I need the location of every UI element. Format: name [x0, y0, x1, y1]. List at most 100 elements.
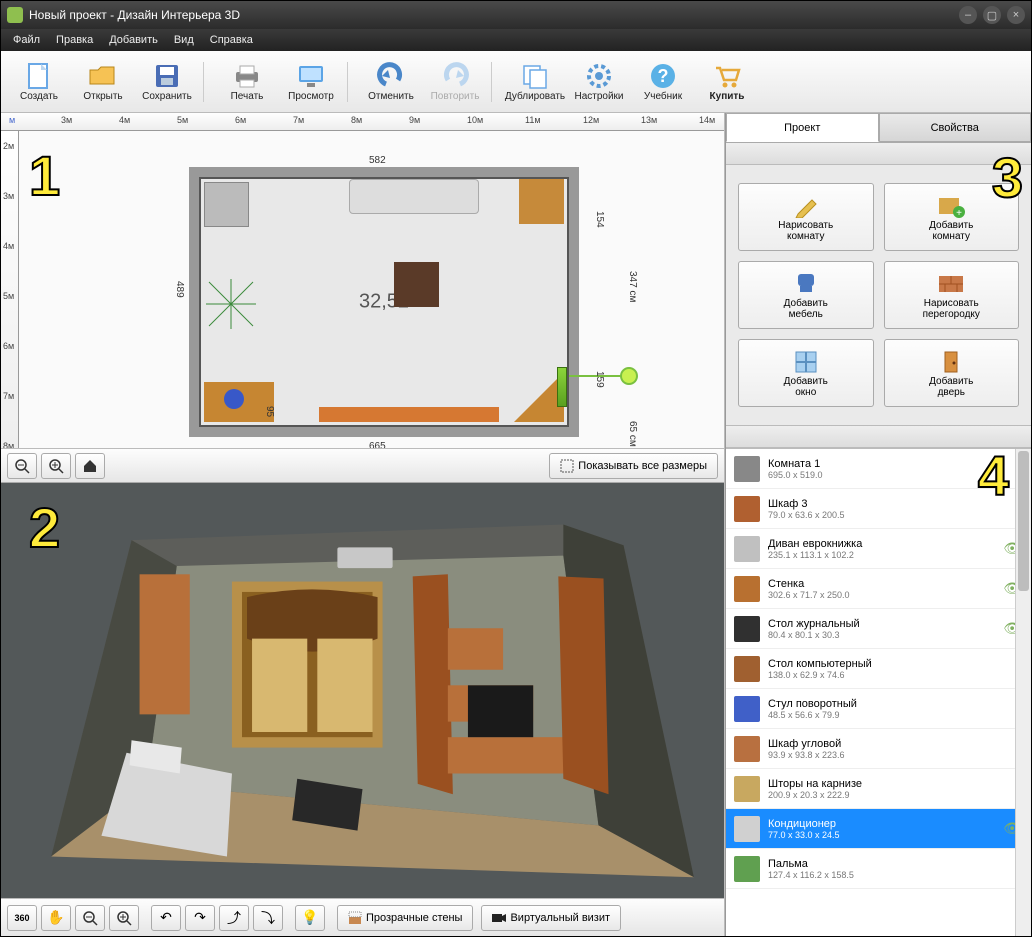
menu-view[interactable]: Вид [166, 31, 202, 49]
camera-icon [492, 912, 506, 924]
furniture-cabinet[interactable] [519, 179, 564, 224]
object-dimensions: 77.0 x 33.0 x 24.5 [768, 830, 1023, 840]
save-button[interactable]: Сохранить [135, 54, 199, 110]
scene-item[interactable]: Стол журнальный80.4 x 80.1 x 30.3👁 [726, 609, 1031, 649]
object-name: Стол компьютерный [768, 658, 1023, 670]
scene-item[interactable]: Стул поворотный48.5 x 56.6 x 79.9 [726, 689, 1031, 729]
plan-area[interactable]: 32,52 582 154 347 [19, 131, 724, 448]
zoom-out-3d-button[interactable] [75, 905, 105, 931]
floor-plan-canvas[interactable]: м 3м 4м 5м 6м 7м 8м 9м 10м 11м 12м 13м 1… [1, 113, 724, 483]
ruler-vertical: 2м 3м 4м 5м 6м 7м 8м [1, 131, 19, 448]
help-button[interactable]: ?Учебник [631, 54, 695, 110]
home-button[interactable] [75, 453, 105, 479]
tilt-down-button[interactable]: ⤵ [253, 905, 283, 931]
add-room-button[interactable]: + Добавитькомнату [884, 183, 1020, 251]
object-thumbnail [734, 696, 760, 722]
object-name: Пальма [768, 858, 1023, 870]
object-name: Стул поворотный [768, 698, 1023, 710]
object-dimensions: 138.0 x 62.9 x 74.6 [768, 670, 1023, 680]
furniture-sofa-top[interactable] [349, 179, 479, 214]
svg-text:?: ? [658, 66, 669, 86]
redo-button[interactable]: Повторить [423, 54, 487, 110]
create-button[interactable]: Создать [7, 54, 71, 110]
scene-object-list[interactable]: Комната 1695.0 x 519.0Шкаф 379.0 x 63.6 … [726, 448, 1031, 936]
title-bar: Новый проект - Дизайн Интерьера 3D – ▢ × [1, 1, 1031, 29]
menu-add[interactable]: Добавить [101, 31, 166, 49]
room-outline[interactable]: 32,52 [189, 167, 579, 437]
maximize-button[interactable]: ▢ [983, 6, 1001, 24]
tab-properties[interactable]: Свойства [879, 113, 1032, 142]
print-button[interactable]: Печать [215, 54, 279, 110]
scene-item[interactable]: Стол компьютерный138.0 x 62.9 x 74.6 [726, 649, 1031, 689]
gear-icon [583, 61, 615, 91]
rotate-right-button[interactable]: ↷ [185, 905, 215, 931]
undo-button[interactable]: Отменить [359, 54, 423, 110]
scene-item[interactable]: Шкаф 379.0 x 63.6 x 200.5 [726, 489, 1031, 529]
pan-button[interactable]: ✋ [41, 905, 71, 931]
draw-room-button[interactable]: Нарисоватькомнату [738, 183, 874, 251]
action-panel: Нарисоватькомнату + Добавитькомнату Доба… [726, 165, 1031, 426]
object-thumbnail [734, 656, 760, 682]
tilt-up-button[interactable]: ⤴ [219, 905, 249, 931]
add-door-button[interactable]: Добавитьдверь [884, 339, 1020, 407]
redo-icon [439, 61, 471, 91]
brick-icon [937, 272, 965, 296]
scene-item[interactable]: Кондиционер77.0 x 33.0 x 24.5👁 [726, 809, 1031, 849]
show-dimensions-button[interactable]: Показывать все размеры [549, 453, 718, 479]
right-tabs: Проект Свойства [726, 113, 1031, 143]
virtual-visit-button[interactable]: Виртуальный визит [481, 905, 621, 931]
scene-item[interactable]: Комната 1695.0 x 519.0 [726, 449, 1031, 489]
zoom-in-button[interactable] [41, 453, 71, 479]
object-thumbnail [734, 776, 760, 802]
lighting-button[interactable]: 💡 [295, 905, 325, 931]
buy-button[interactable]: Купить [695, 54, 759, 110]
menu-bar: Файл Правка Добавить Вид Справка [1, 29, 1031, 51]
furniture-plant[interactable] [204, 277, 259, 332]
add-furniture-button[interactable]: Добавитьмебель [738, 261, 874, 329]
object-thumbnail [734, 616, 760, 642]
menu-file[interactable]: Файл [5, 31, 48, 49]
scrollbar[interactable] [1015, 449, 1031, 936]
window-title: Новый проект - Дизайн Интерьера 3D [29, 8, 240, 22]
svg-text:+: + [956, 208, 962, 218]
object-thumbnail [734, 536, 760, 562]
3d-toolbar: 360 ✋ ↶ ↷ ⤴ ⤵ 💡 Прозрачные стены Виртуал… [1, 898, 724, 936]
scene-item[interactable]: Шкаф угловой93.9 x 93.8 x 223.6 [726, 729, 1031, 769]
open-button[interactable]: Открыть [71, 54, 135, 110]
3d-view-canvas[interactable]: 2 [1, 483, 724, 898]
add-window-button[interactable]: Добавитьокно [738, 339, 874, 407]
furniture-wardrobe[interactable] [204, 182, 249, 227]
zoom-in-3d-button[interactable] [109, 905, 139, 931]
scene-item[interactable]: Стенка302.6 x 71.7 x 250.0👁 [726, 569, 1031, 609]
object-dimensions: 200.9 x 20.3 x 222.9 [768, 790, 1023, 800]
furniture-unit[interactable] [319, 407, 499, 422]
object-thumbnail [734, 576, 760, 602]
scrollbar-thumb[interactable] [1018, 451, 1029, 591]
zoom-out-button[interactable] [7, 453, 37, 479]
menu-help[interactable]: Справка [202, 31, 261, 49]
window-icon [792, 350, 820, 374]
preview-button[interactable]: Просмотр [279, 54, 343, 110]
scene-item[interactable]: Диван еврокнижка235.1 x 113.1 x 102.2👁 [726, 529, 1031, 569]
rotate-left-button[interactable]: ↶ [151, 905, 181, 931]
draw-wall-button[interactable]: Нарисоватьперегородку [884, 261, 1020, 329]
floppy-icon [151, 61, 183, 91]
scene-item[interactable]: Пальма127.4 x 116.2 x 158.5 [726, 849, 1031, 889]
menu-edit[interactable]: Правка [48, 31, 101, 49]
scene-item[interactable]: Шторы на карнизе200.9 x 20.3 x 222.9 [726, 769, 1031, 809]
rotate-360-button[interactable]: 360 [7, 905, 37, 931]
new-file-icon [23, 61, 55, 91]
furniture-chair[interactable] [224, 389, 244, 409]
scene-section-header [726, 426, 1031, 448]
settings-button[interactable]: Настройки [567, 54, 631, 110]
transparent-walls-button[interactable]: Прозрачные стены [337, 905, 473, 931]
object-dimensions: 80.4 x 80.1 x 30.3 [768, 630, 1023, 640]
close-button[interactable]: × [1007, 6, 1025, 24]
object-dimensions: 127.4 x 116.2 x 158.5 [768, 870, 1023, 880]
object-name: Шторы на карнизе [768, 778, 1023, 790]
tab-project[interactable]: Проект [726, 113, 879, 142]
object-name: Шкаф 3 [768, 498, 1023, 510]
duplicate-button[interactable]: Дублировать [503, 54, 567, 110]
minimize-button[interactable]: – [959, 6, 977, 24]
furniture-table[interactable] [394, 262, 439, 307]
